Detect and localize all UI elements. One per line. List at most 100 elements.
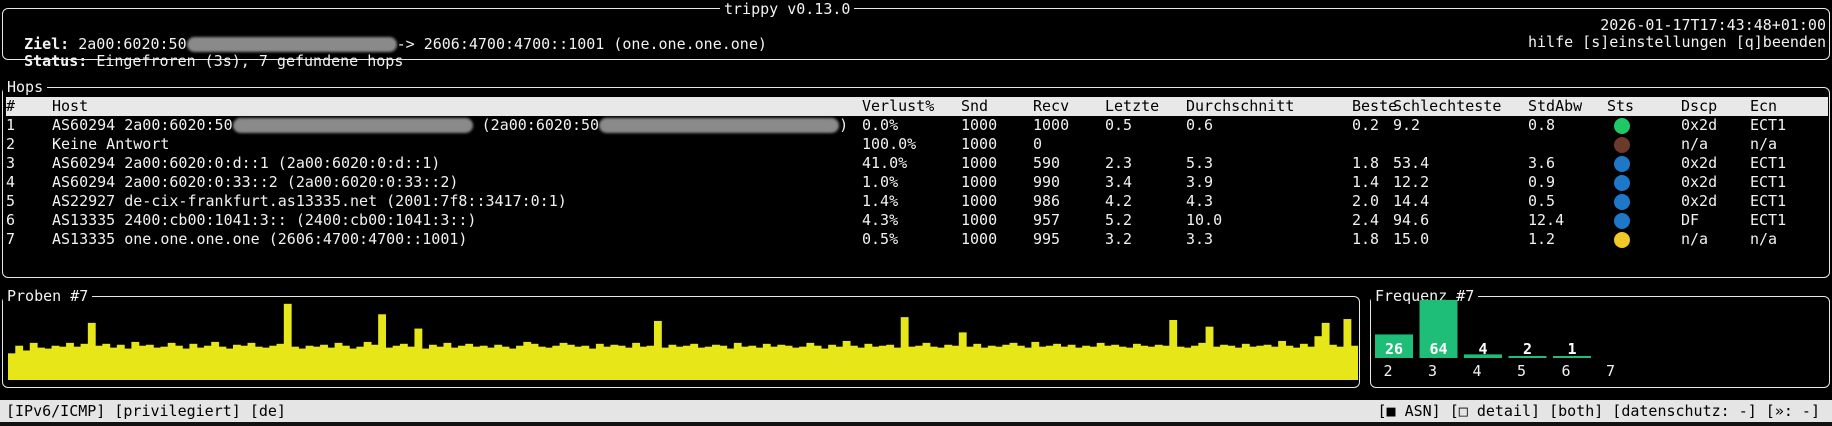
probe-bar — [399, 343, 408, 380]
redacted-address — [232, 118, 473, 133]
probe-bar — [733, 342, 742, 380]
hop-avg: 10.0 — [1186, 211, 1223, 229]
probe-bar — [1082, 345, 1091, 380]
probe-bar — [1096, 342, 1105, 380]
hop-best: 0.2 — [1352, 116, 1380, 134]
probe-bar — [1328, 344, 1337, 380]
hops-title: Hops — [3, 78, 48, 96]
probe-bar — [1024, 347, 1032, 380]
probe-bar — [269, 345, 278, 380]
status-bar-right[interactable]: [■ ASN] [□ detail] [both] [datenschutz: … — [1377, 400, 1820, 422]
hop-row[interactable]: 4 AS60294 2a00:6020:0:33::2 (2a00:6020:0:… — [6, 173, 1828, 192]
hop-snd: 1000 — [961, 116, 998, 134]
status-dot-icon — [1614, 213, 1630, 229]
probe-bar — [1147, 346, 1156, 380]
probe-bar — [1053, 343, 1062, 380]
probe-bar — [385, 347, 394, 380]
probe-bar — [22, 350, 31, 380]
probe-bar — [1133, 343, 1141, 380]
probe-bar — [428, 344, 437, 380]
probe-bar — [450, 347, 459, 380]
probe-bar — [1060, 346, 1069, 380]
hop-row[interactable]: 5 AS22927 de-cix-frankfurt.as13335.net (2… — [6, 192, 1828, 211]
hop-row[interactable]: 7 AS13335 one.one.one.one (2606:4700:4700… — [6, 230, 1828, 249]
hop-snd: 1000 — [961, 192, 998, 210]
probe-bar — [283, 303, 292, 380]
hop-dscp: 0x2d — [1681, 192, 1718, 210]
probe-bar — [1285, 345, 1294, 380]
status-bar-left: [IPv6/ICMP] [privilegiert] [de] — [6, 402, 286, 420]
col-worst: Schlechteste — [1393, 97, 1502, 115]
probe-bar — [973, 343, 982, 380]
probe-bar — [443, 342, 452, 380]
hop-row[interactable]: 3 AS60294 2a00:6020:0:d::1 (2a00:6020:0:d… — [6, 154, 1828, 173]
probe-bar — [1205, 326, 1214, 380]
hop-avg: 4.3 — [1186, 192, 1214, 210]
hop-ecn: ECT1 — [1750, 211, 1787, 229]
hop-row[interactable]: 6 AS13335 2400:cb00:1041:3:: (2400:cb00:1… — [6, 211, 1828, 230]
probe-bar — [341, 345, 350, 380]
hop-snd: 1000 — [961, 230, 998, 248]
probe-bar — [1249, 346, 1257, 380]
hop-row[interactable]: 2 Keine Antwort 100.0% 1000 0 n/a n/a — [6, 135, 1828, 154]
probe-bar — [893, 347, 902, 380]
probe-bar — [392, 345, 401, 380]
probe-bar — [1176, 346, 1185, 380]
hop-ecn: ECT1 — [1750, 173, 1787, 191]
probe-bar — [784, 345, 793, 380]
probe-bar — [639, 346, 648, 380]
hop-snd: 1000 — [961, 154, 998, 172]
probe-bar — [820, 348, 829, 380]
probe-bar — [842, 340, 851, 380]
probe-bar — [748, 345, 757, 380]
hop-std: 0.9 — [1528, 173, 1556, 191]
probe-bar — [915, 345, 924, 380]
hop-number: 4 — [6, 173, 16, 191]
probe-bar — [966, 346, 974, 380]
hop-number: 1 — [6, 116, 16, 134]
probe-bar — [770, 346, 778, 380]
probe-bar — [1212, 346, 1221, 380]
probe-bar — [320, 344, 328, 380]
frequency-count-label: 64 — [1429, 340, 1447, 358]
status-label: Status: — [24, 52, 88, 70]
probe-bar — [683, 345, 691, 380]
hop-std: 0.5 — [1528, 192, 1556, 210]
hop-worst: 94.6 — [1393, 211, 1430, 229]
target-destination: -> 2606:4700:4700::1001 (one.one.one.one… — [396, 35, 767, 53]
probe-bar — [225, 348, 234, 380]
probe-bar — [370, 344, 379, 380]
status-dot-icon — [1614, 232, 1630, 248]
hop-dscp: n/a — [1681, 135, 1709, 153]
hop-host: AS22927 de-cix-frankfurt.as13335.net (20… — [52, 192, 567, 210]
hop-loss: 1.4% — [862, 192, 899, 210]
hop-recv: 590 — [1033, 154, 1061, 172]
probe-bar — [1183, 347, 1192, 380]
probe-bar — [726, 348, 735, 380]
frequency-count-label: 26 — [1385, 340, 1403, 358]
col-host: Host — [52, 97, 89, 115]
probe-bar — [240, 345, 249, 380]
hop-host-prefix: AS60294 2a00:6020:50 — [52, 116, 233, 134]
help-keys[interactable]: hilfe [s]einstellungen [q]beenden — [1528, 33, 1826, 52]
probe-bar — [29, 342, 38, 380]
hop-loss: 0.5% — [862, 230, 899, 248]
probe-bar — [66, 342, 74, 380]
probe-bar — [109, 347, 118, 380]
probe-bar — [1299, 343, 1308, 380]
probe-bar — [479, 345, 488, 380]
hops-table-body: 1 AS60294 2a00:6020:50 (2a00:6020:50) 0.0%… — [6, 116, 1828, 249]
probe-bar — [755, 347, 764, 380]
probe-bar — [291, 346, 299, 380]
probe-bar — [102, 343, 111, 380]
hop-loss: 1.0% — [862, 173, 899, 191]
probe-bar — [523, 341, 532, 380]
hop-ecn: n/a — [1750, 230, 1778, 248]
probe-bar — [661, 347, 670, 380]
hop-row[interactable]: 1 AS60294 2a00:6020:50 (2a00:6020:50) 0.0%… — [6, 116, 1828, 135]
probe-bar — [835, 346, 844, 380]
col-ecn: Ecn — [1750, 97, 1778, 115]
probe-bar — [116, 344, 125, 380]
probe-bar — [298, 348, 307, 380]
probe-bar — [160, 346, 169, 380]
